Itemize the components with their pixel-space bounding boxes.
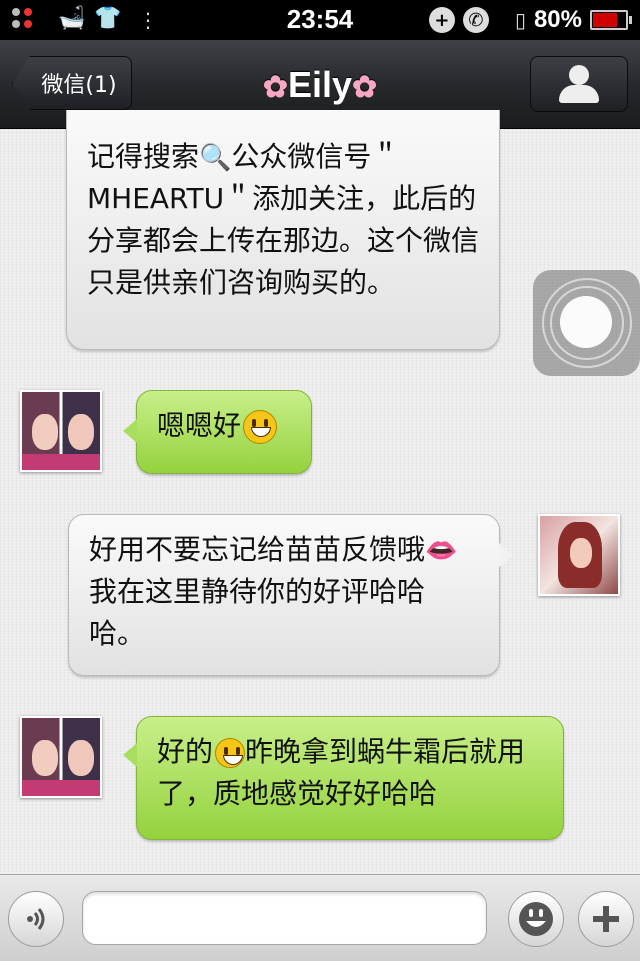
battery-icon <box>590 10 632 30</box>
add-circle-icon: + <box>428 7 455 33</box>
battery-percent: 80% <box>533 6 582 33</box>
blushing-smiley-icon <box>215 738 246 768</box>
assistive-touch-button[interactable] <box>533 270 640 376</box>
more-options-button[interactable] <box>578 891 634 947</box>
message-bubble[interactable]: 好用不要忘记给苗苗反馈哦👄我在这里静待你的好评哈哈哈。 <box>68 514 513 676</box>
contact-name: Eily <box>287 64 353 105</box>
person-icon <box>569 65 589 85</box>
message-bubble[interactable]: 记得搜索🔍公众微信号＂MHEARTU＂添加关注，此后的分享都会上传在那边。这个微… <box>66 110 500 350</box>
message-bubble[interactable]: 嗯嗯好 <box>123 390 312 474</box>
voice-icon <box>27 908 45 930</box>
cherry-blossom-icon: ✿ <box>262 71 288 104</box>
contact-avatar[interactable] <box>20 716 102 798</box>
message-input[interactable] <box>82 891 487 945</box>
status-bar: 🛁 👕 ⋮ 23:54 + ✆ ▯ 80% <box>0 0 640 40</box>
message-bubble[interactable]: 好的 昨晚拿到蜗牛霜后就用了，质地感觉好好哈哈 <box>123 716 564 840</box>
phone-icon: ✆ <box>462 7 489 33</box>
emoji-button[interactable] <box>508 891 564 947</box>
my-avatar[interactable] <box>538 514 620 596</box>
plus-icon <box>593 906 619 932</box>
emoji-face-icon <box>519 902 553 936</box>
cherry-blossom-icon: ✿ <box>352 71 378 104</box>
smiley-icon <box>243 410 278 444</box>
magnifying-glass-icon: 🔍 <box>199 143 232 173</box>
message-input-bar <box>0 874 640 961</box>
contact-profile-button[interactable] <box>530 56 628 112</box>
contact-avatar[interactable] <box>20 390 102 472</box>
lips-icon: 👄 <box>425 536 458 566</box>
voice-input-button[interactable] <box>8 891 64 947</box>
device-icon: ▯ <box>514 8 526 32</box>
